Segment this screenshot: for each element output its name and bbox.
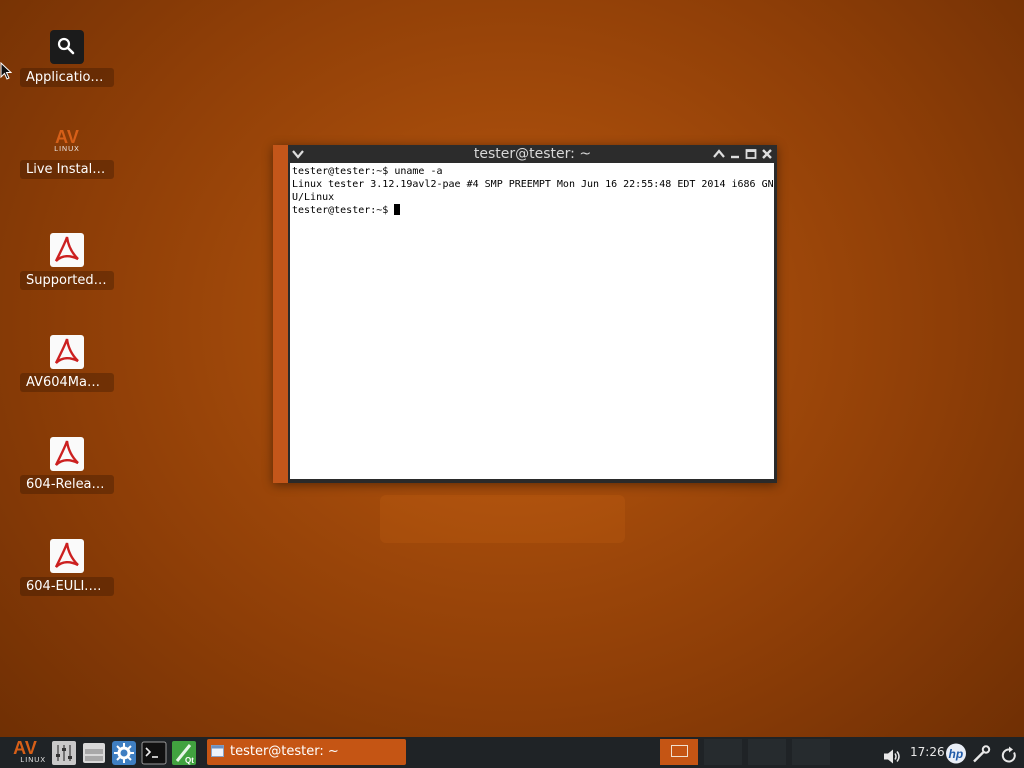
pdf-document-icon: [50, 539, 84, 573]
start-logo-linux: LINUX: [20, 757, 46, 764]
hp-icon[interactable]: hp: [945, 741, 967, 766]
desktop-icon-label: SupportedH...: [20, 271, 114, 290]
avlinux-logo-icon: AV LINUX: [47, 128, 87, 156]
terminal-output[interactable]: tester@tester:~$ uname -a Linux tester 3…: [290, 163, 774, 479]
desktop-icon-av604manual[interactable]: AV604Manu...: [20, 335, 114, 396]
search-icon: [50, 30, 84, 64]
task-label: tester@tester: ~: [230, 744, 339, 759]
close-icon[interactable]: [760, 147, 774, 161]
desktop-icon-label: 604-EULI.pdf: [20, 577, 114, 596]
desktop-icon-label: Application ...: [20, 68, 114, 87]
tool-icon[interactable]: [971, 742, 991, 767]
start-logo-av: AV: [13, 738, 37, 758]
terminal-icon[interactable]: [141, 740, 167, 766]
window-icon: [211, 745, 224, 757]
shade-chevron-up-icon[interactable]: [712, 147, 726, 161]
workspace-3[interactable]: [748, 739, 786, 765]
minimize-icon[interactable]: [728, 147, 742, 161]
maximize-icon[interactable]: [744, 147, 758, 161]
terminal-prompt: tester@tester:~$: [292, 205, 395, 216]
logo-linux-text: LINUX: [54, 146, 80, 153]
pdf-document-icon: [50, 335, 84, 369]
terminal-line: U/Linux: [292, 192, 335, 203]
desktop-icon-applications[interactable]: Application ...: [20, 30, 114, 91]
pdf-document-icon: [50, 233, 84, 267]
taskbar: AV LINUX Qt tester@tester: ~ 17:26 hp: [0, 737, 1024, 768]
text-cursor: [394, 204, 401, 215]
terminal-titlebar[interactable]: tester@tester: ~: [288, 145, 777, 163]
desktop-shadow: [380, 495, 625, 543]
desktop-icon-604-release[interactable]: 604-Release...: [20, 437, 114, 498]
window-edge-accent: [273, 145, 288, 483]
clock[interactable]: 17:26: [910, 745, 945, 759]
power-icon[interactable]: [1000, 743, 1018, 768]
terminal-line: tester@tester:~$ uname -a: [292, 166, 443, 177]
logo-av-text: AV: [55, 127, 79, 147]
workspace-2[interactable]: [704, 739, 742, 765]
terminal-title: tester@tester: ~: [473, 146, 592, 162]
workspace-window-indicator: [671, 745, 688, 757]
taskbar-task-terminal[interactable]: tester@tester: ~: [207, 739, 406, 765]
desktop-icon-label: Live Installer: [20, 160, 114, 179]
desktop-icon-live-installer[interactable]: AV LINUX Live Installer: [20, 128, 114, 183]
desktop-icon-604-euli[interactable]: 604-EULI.pdf: [20, 539, 114, 600]
desktop-icon-label: 604-Release...: [20, 475, 114, 494]
start-menu-button[interactable]: AV LINUX: [4, 739, 46, 764]
settings-icon[interactable]: [111, 740, 137, 766]
file-manager-icon[interactable]: [81, 740, 107, 766]
mouse-cursor-icon: [0, 62, 12, 80]
volume-icon[interactable]: [882, 744, 902, 768]
svg-text:Qt: Qt: [185, 756, 194, 765]
svg-text:hp: hp: [949, 747, 964, 761]
desktop-icon-supportedh[interactable]: SupportedH...: [20, 233, 114, 294]
qt-creator-icon[interactable]: Qt: [171, 740, 197, 766]
mixer-icon[interactable]: [51, 740, 77, 766]
workspace-1[interactable]: [660, 739, 698, 765]
terminal-prompt-line: tester@tester:~$: [292, 204, 772, 217]
terminal-window[interactable]: tester@tester: ~ tester@tester:~$ uname …: [273, 145, 777, 483]
desktop-icon-label: AV604Manu...: [20, 373, 114, 392]
terminal-line: Linux tester 3.12.19avl2-pae #4 SMP PREE…: [292, 179, 774, 190]
pdf-document-icon: [50, 437, 84, 471]
workspace-4[interactable]: [792, 739, 830, 765]
